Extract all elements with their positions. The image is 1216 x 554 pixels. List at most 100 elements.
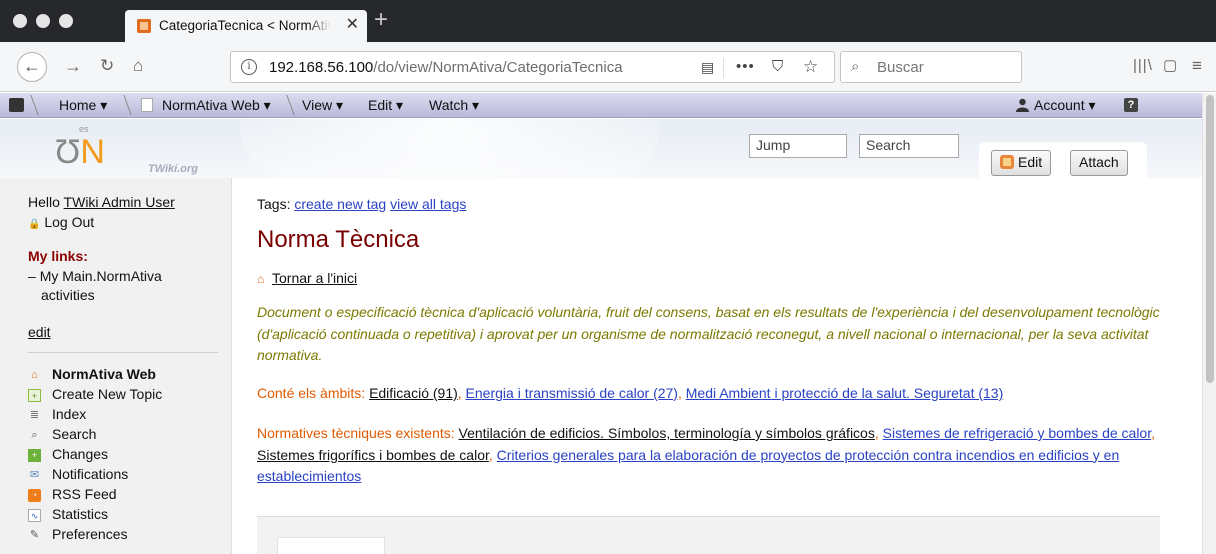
left-sidebar: Hello TWiki Admin User 🔒 Log Out My link… [0,178,232,554]
url-bar[interactable]: i 192.168.56.100/do/view/NormAtiva/Categ… [230,51,835,83]
web-home-icon: ⌂ [31,369,38,381]
my-link-item-cont[interactable]: activities [41,287,95,303]
jump-input[interactable]: Jump [749,134,847,158]
chevron-down-icon: ▾ [263,97,271,113]
info-icon[interactable]: i [241,59,257,75]
scrollbar-thumb[interactable] [1206,95,1214,383]
sidebar-item-changes[interactable]: Changes [52,446,108,462]
normes-paragraph: Normatives tècniques existents: Ventilac… [257,425,1155,484]
toolbar-separator [277,95,295,115]
sidebar-item-create-new-topic[interactable]: Create New Topic [52,386,162,402]
chevron-down-icon: ▾ [396,97,404,113]
browser-titlebar: CategoriaTecnica < NormAtiva ✕ + [0,0,1216,42]
user-link[interactable]: TWiki Admin User [64,194,175,210]
site-logo[interactable]: ƱN [55,135,105,169]
help-icon[interactable]: ? [1124,98,1138,112]
create-tag-link[interactable]: create new tag [294,196,386,212]
menu-icon[interactable]: ≡ [1192,56,1202,76]
user-icon [1016,98,1029,112]
view-tags-link[interactable]: view all tags [390,196,466,212]
menu-watch[interactable]: Watch ▾ [429,97,479,114]
pocket-icon[interactable]: ⛉ [772,58,783,76]
page-actions-icon[interactable]: ••• [736,58,755,76]
norma-link[interactable]: Sistemes de refrigeració y bombes de cal… [883,425,1151,441]
index-icon: ≣ [29,409,40,421]
forward-icon[interactable]: → [64,55,82,77]
menu-web[interactable]: NormAtiva Web ▾ [162,97,271,114]
new-topic-icon: + [28,389,41,402]
close-window-button[interactable] [13,14,27,28]
my-links-heading: My links: [28,248,88,264]
menu-home[interactable]: Home ▾ [59,97,107,114]
tab-close-icon[interactable]: ✕ [346,16,359,34]
browser-search-input[interactable]: ⌕ Buscar [840,51,1022,83]
ambits-line: Conté els àmbits: Edificació (91), Energ… [257,385,1004,401]
sidebar-divider [28,352,218,353]
topic-footer-panel [257,516,1160,554]
logout-link[interactable]: 🔒 Log Out [28,214,94,230]
toolbar-separator [114,95,132,115]
reload-icon[interactable]: ↻ [100,55,114,77]
edit-links-link[interactable]: edit [28,324,51,340]
home-icon[interactable]: ⌂ [133,55,143,77]
footer-inner-box [277,537,385,554]
browser-navbar: ← → ↻ ⌂ i 192.168.56.100/do/view/NormAti… [0,42,1216,92]
twiki-toolbar: Home ▾ NormAtiva Web ▾ View ▾ Edit ▾ Wat… [0,93,1202,118]
back-icon[interactable]: ← [17,52,47,82]
home-icon: ⌂ [257,272,265,286]
logo-es: es [79,124,89,134]
hello-line: Hello TWiki Admin User [28,194,175,210]
menu-view[interactable]: View ▾ [302,97,343,114]
new-tab-button[interactable]: + [374,8,388,32]
ambit-link[interactable]: Edificació (91) [369,385,458,401]
ambit-link[interactable]: Medi Ambient i protecció de la salut. Se… [686,385,1004,401]
reader-view-icon[interactable]: ▤ [701,58,714,76]
search-icon: ⌕ [31,429,38,441]
sidebar-item-preferences[interactable]: Preferences [52,526,127,542]
description: Document o especificació tècnica d'aplic… [257,304,1160,363]
menu-account[interactable]: Account ▾ [1034,97,1096,114]
notifications-icon: ✉ [29,469,40,481]
twiki-org-link[interactable]: TWiki.org [148,163,198,175]
page-scrollbar[interactable] [1202,93,1216,554]
chevron-down-icon: ▾ [335,97,344,113]
chevron-down-icon: ▾ [472,97,480,113]
sidebar-item-search[interactable]: Search [52,426,96,442]
sidebar-item-index[interactable]: Index [52,406,86,422]
url-text[interactable]: 192.168.56.100/do/view/NormAtiva/Categor… [269,59,623,76]
norma-link[interactable]: Sistemes frigorífics i bombes de calor [257,447,489,463]
norma-link[interactable]: Ventilación de edificios. Símbolos, term… [459,425,875,441]
browser-tab[interactable]: CategoriaTecnica < NormAtiva ✕ [125,10,367,42]
search-icon: ⌕ [851,58,860,75]
tags-line: Tags: create new tag view all tags [257,196,466,212]
twiki-header: es ƱN TWiki.org Jump Search Edit Attach [0,119,1202,178]
edit-icon [1000,155,1014,169]
twiki-logo-icon[interactable] [9,98,24,112]
rss-icon: ◔ [28,489,41,502]
sidebar-icon[interactable]: ▢ [1163,56,1177,76]
bookmark-star-icon[interactable]: ☆ [803,58,818,76]
minimize-window-button[interactable] [36,14,50,28]
preferences-icon: ✎ [29,529,40,541]
sidebar-item-rss-feed[interactable]: RSS Feed [52,486,117,502]
header-decoration [240,119,660,178]
tags-label: Tags: [257,196,291,212]
ambit-link[interactable]: Energia i transmissió de calor (27) [466,385,678,401]
my-link-item[interactable]: – My Main.NormAtiva [28,268,162,284]
sidebar-web-title[interactable]: NormAtiva Web [52,366,156,382]
attach-button[interactable]: Attach [1070,150,1128,176]
zoom-window-button[interactable] [59,14,73,28]
page-title: Norma Tècnica [257,226,420,253]
page-icon [141,98,153,112]
chevron-down-icon: ▾ [100,97,108,113]
library-icon[interactable]: |||\ [1133,56,1153,76]
main-content: Tags: create new tag view all tags Norma… [232,178,1202,554]
sidebar-item-statistics[interactable]: Statistics [52,506,108,522]
menu-edit[interactable]: Edit ▾ [368,97,403,114]
sidebar-item-notifications[interactable]: Notifications [52,466,128,482]
twiki-favicon-icon [137,19,151,33]
edit-button[interactable]: Edit [991,150,1052,176]
header-search-input[interactable]: Search [859,134,959,158]
home-link[interactable]: ⌂ Tornar a l'inici [257,270,357,286]
edit-actions: Edit Attach [979,142,1147,178]
